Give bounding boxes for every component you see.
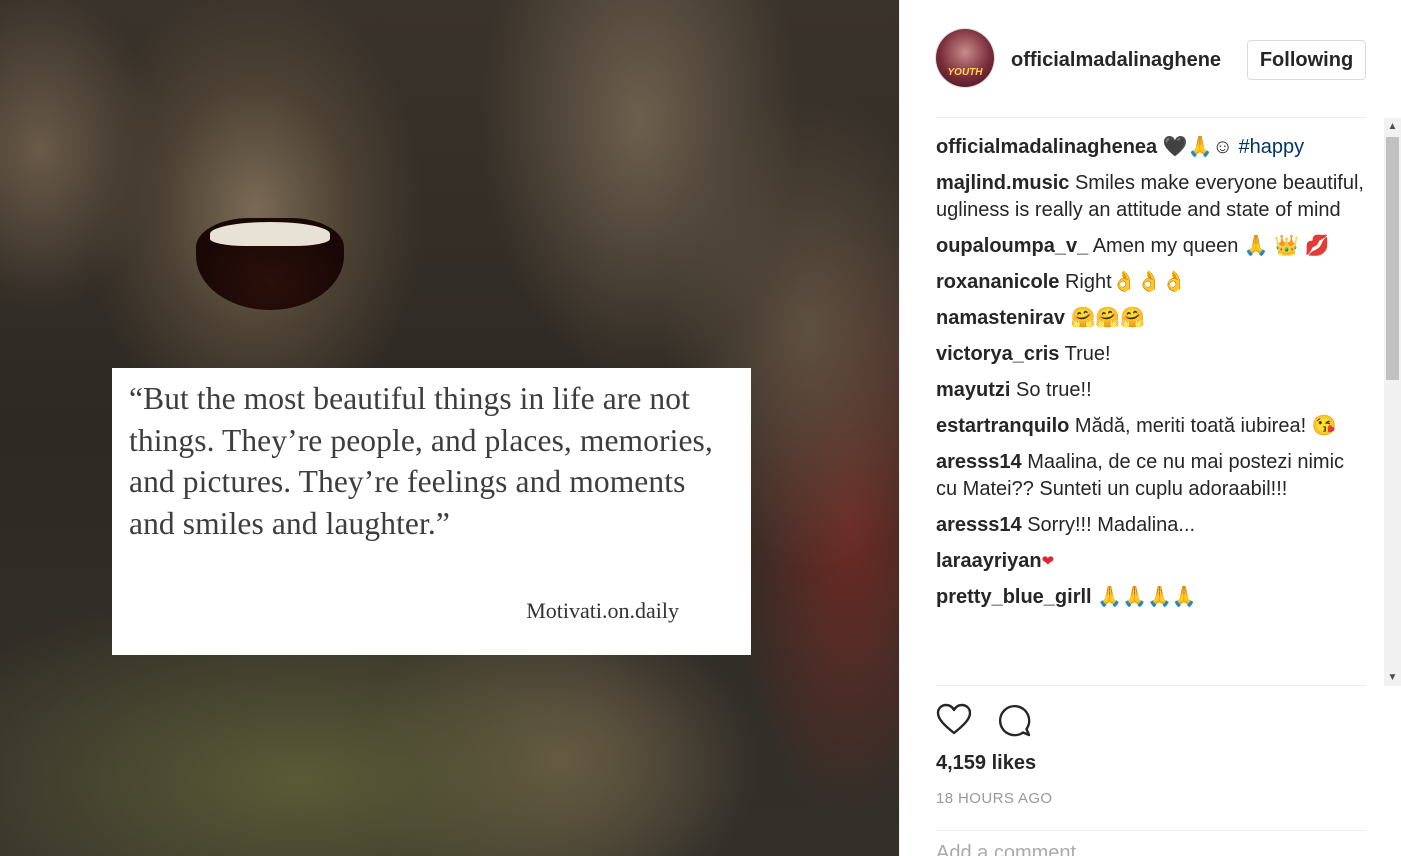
quote-card: “But the most beautiful things in life a… xyxy=(112,368,751,655)
comment-item: roxananicole Right👌👌👌 xyxy=(936,269,1366,296)
avatar-text: YOUTH xyxy=(947,67,983,78)
comment-text: Amen my queen 🙏 👑 💋 xyxy=(1092,235,1330,257)
comment-username[interactable]: aresss14 xyxy=(936,514,1022,536)
comment-item: aresss14 Sorry!!! Madalina... xyxy=(936,512,1366,539)
comment-text: ❤ xyxy=(1041,553,1055,570)
caption: officialmadalinaghenea 🖤🙏☺ #happy xyxy=(936,134,1366,161)
comment-text: Right👌👌👌 xyxy=(1064,271,1187,293)
caption-username[interactable]: officialmadalinaghenea xyxy=(936,136,1157,158)
header-divider xyxy=(936,117,1366,118)
comment-text: 🤗🤗🤗 xyxy=(1070,307,1146,329)
post-header: YOUTH officialmadalinaghenea Following xyxy=(900,0,1401,118)
comment-item: aresss14 Maalina, de ce nu mai postezi n… xyxy=(936,449,1366,503)
comment-username[interactable]: victorya_cris xyxy=(936,343,1059,365)
post-photo[interactable]: “But the most beautiful things in life a… xyxy=(0,0,899,856)
comment-item: laraayriyan❤ xyxy=(936,548,1366,575)
comment-item: pretty_blue_girll 🙏🙏🙏🙏 xyxy=(936,584,1366,611)
scrollbar-thumb[interactable] xyxy=(1386,137,1399,380)
child-teeth xyxy=(210,222,330,246)
comment-username[interactable]: aresss14 xyxy=(936,451,1022,473)
comment-username[interactable]: oupaloumpa_v_ xyxy=(936,235,1088,257)
comment-text: 🙏🙏🙏🙏 xyxy=(1097,586,1197,608)
comment-username[interactable]: estartranquilo xyxy=(936,415,1069,437)
comment-icon[interactable] xyxy=(996,702,1032,738)
comment-list: officialmadalinaghenea 🖤🙏☺ #happy majlin… xyxy=(936,134,1366,685)
add-comment-input[interactable] xyxy=(936,842,1366,856)
comment-item: majlind.music Smiles make everyone beaut… xyxy=(936,170,1366,224)
comment-item: namastenirav 🤗🤗🤗 xyxy=(936,305,1366,332)
comment-item: mayutzi So true!! xyxy=(936,377,1366,404)
heart-icon[interactable] xyxy=(936,702,972,738)
scroll-down-arrow-icon[interactable]: ▼ xyxy=(1384,669,1401,686)
comment-text: Mădă, meriti toată iubirea! 😘 xyxy=(1074,415,1337,437)
comment-text: So true!! xyxy=(1016,379,1092,401)
comment-text: True! xyxy=(1064,343,1111,365)
post-sidebar: YOUTH officialmadalinaghenea Following o… xyxy=(899,0,1401,856)
comment-username[interactable]: laraayriyan xyxy=(936,550,1042,572)
avatar[interactable]: YOUTH xyxy=(936,29,994,87)
comment-username[interactable]: roxananicole xyxy=(936,271,1059,293)
header-username[interactable]: officialmadalinaghenea xyxy=(1011,49,1221,72)
actions-divider xyxy=(936,685,1366,686)
quote-text: “But the most beautiful things in life a… xyxy=(129,381,713,541)
following-button[interactable]: Following xyxy=(1247,40,1366,80)
hashtag-link[interactable]: #happy xyxy=(1239,136,1305,158)
comment-item: oupaloumpa_v_ Amen my queen 🙏 👑 💋 xyxy=(936,233,1366,260)
comment-username[interactable]: mayutzi xyxy=(936,379,1010,401)
post-actions xyxy=(936,702,1136,738)
comment-username[interactable]: pretty_blue_girll xyxy=(936,586,1092,608)
instagram-post-page: “But the most beautiful things in life a… xyxy=(0,0,1401,856)
comment-item: estartranquilo Mădă, meriti toată iubire… xyxy=(936,413,1366,440)
comment-username[interactable]: namastenirav xyxy=(936,307,1065,329)
scroll-up-arrow-icon[interactable]: ▲ xyxy=(1384,118,1401,135)
comment-item: victorya_cris True! xyxy=(936,341,1366,368)
comment-input-divider xyxy=(936,830,1366,831)
likes-count[interactable]: 4,159 likes xyxy=(936,752,1036,775)
comment-username[interactable]: majlind.music xyxy=(936,172,1069,194)
comment-text: Sorry!!! Madalina... xyxy=(1027,514,1196,536)
comments-scrollbar[interactable]: ▲ ▼ xyxy=(1384,118,1401,686)
caption-text: 🖤🙏☺ xyxy=(1162,136,1233,158)
post-timestamp[interactable]: 18 HOURS AGO xyxy=(936,790,1053,807)
quote-source: Motivati.on.daily xyxy=(526,598,679,623)
